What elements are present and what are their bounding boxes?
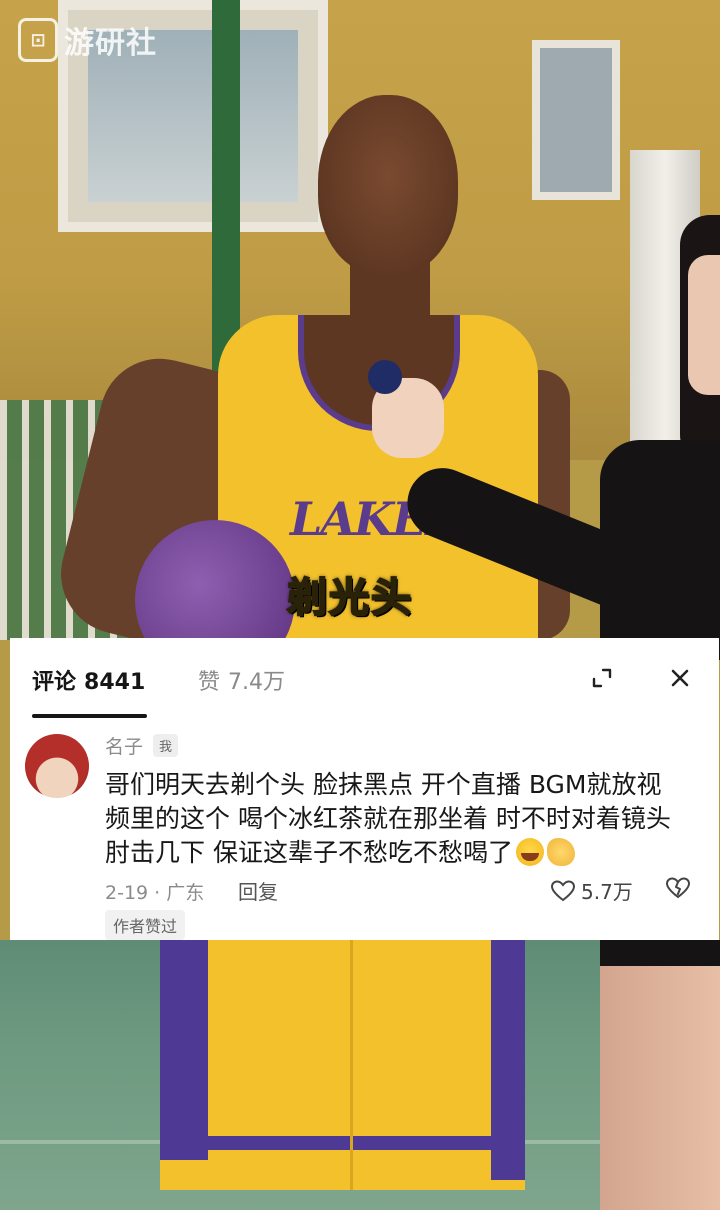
lakers-shorts xyxy=(160,940,525,1190)
tab-comments-count: 8441 xyxy=(84,670,146,695)
tab-comments[interactable]: 评论 8441 xyxy=(32,664,145,696)
woman-face xyxy=(688,255,720,395)
broken-heart-icon xyxy=(665,877,691,899)
username[interactable]: 名子 xyxy=(105,732,143,759)
video-subtitle: 剃光头 xyxy=(286,574,413,622)
reply-button[interactable]: 回复 xyxy=(238,876,278,905)
comment-text: 哥们明天去剃个头 脸抹黑点 开个直播 BGM就放视频里的这个 喝个冰红茶就在那坐… xyxy=(105,768,685,870)
man-head xyxy=(318,95,458,275)
avatar[interactable] xyxy=(25,734,89,798)
like-button[interactable]: 5.7万 xyxy=(550,876,633,905)
tab-likes-label: 赞 xyxy=(198,670,221,695)
building-window-right xyxy=(532,40,620,200)
close-button[interactable] xyxy=(658,656,702,700)
heart-icon xyxy=(550,879,576,901)
tab-likes-count: 7.4万 xyxy=(228,670,286,695)
author-liked-badge: 作者赞过 xyxy=(105,910,186,940)
tab-likes[interactable]: 赞 7.4万 xyxy=(198,664,285,696)
expand-button[interactable] xyxy=(580,656,624,700)
ok-hand-emoji-icon xyxy=(546,838,575,866)
comment-user-row: 名子 我 xyxy=(105,732,179,759)
tab-comments-label: 评论 xyxy=(32,670,77,695)
like-count: 5.7万 xyxy=(581,880,633,904)
comments-header: 评论 8441 赞 7.4万 xyxy=(10,638,719,718)
active-tab-indicator xyxy=(32,714,147,718)
woman-legs xyxy=(600,940,720,1210)
gamepad-logo-icon: ⊡ xyxy=(18,18,58,62)
watermark: ⊡ 游研社 xyxy=(18,18,157,62)
comment-meta: 2-19 · 广东 回复 5.7万 xyxy=(105,876,705,906)
comments-sheet: 评论 8441 赞 7.4万 名子 我 哥们明天去剃个头 脸抹黑点 开个直播 BGM… xyxy=(10,638,719,940)
microphone xyxy=(368,360,402,394)
comment-date-location: 2-19 · 广东 xyxy=(105,882,205,904)
dislike-button[interactable] xyxy=(665,876,691,905)
close-icon xyxy=(671,669,689,687)
self-badge: 我 xyxy=(153,734,179,757)
expand-icon xyxy=(592,668,612,688)
watermark-text: 游研社 xyxy=(64,26,157,61)
laughing-crying-emoji-icon xyxy=(515,838,544,866)
comment-body: 哥们明天去剃个头 脸抹黑点 开个直播 BGM就放视频里的这个 喝个冰红茶就在那坐… xyxy=(105,770,671,867)
